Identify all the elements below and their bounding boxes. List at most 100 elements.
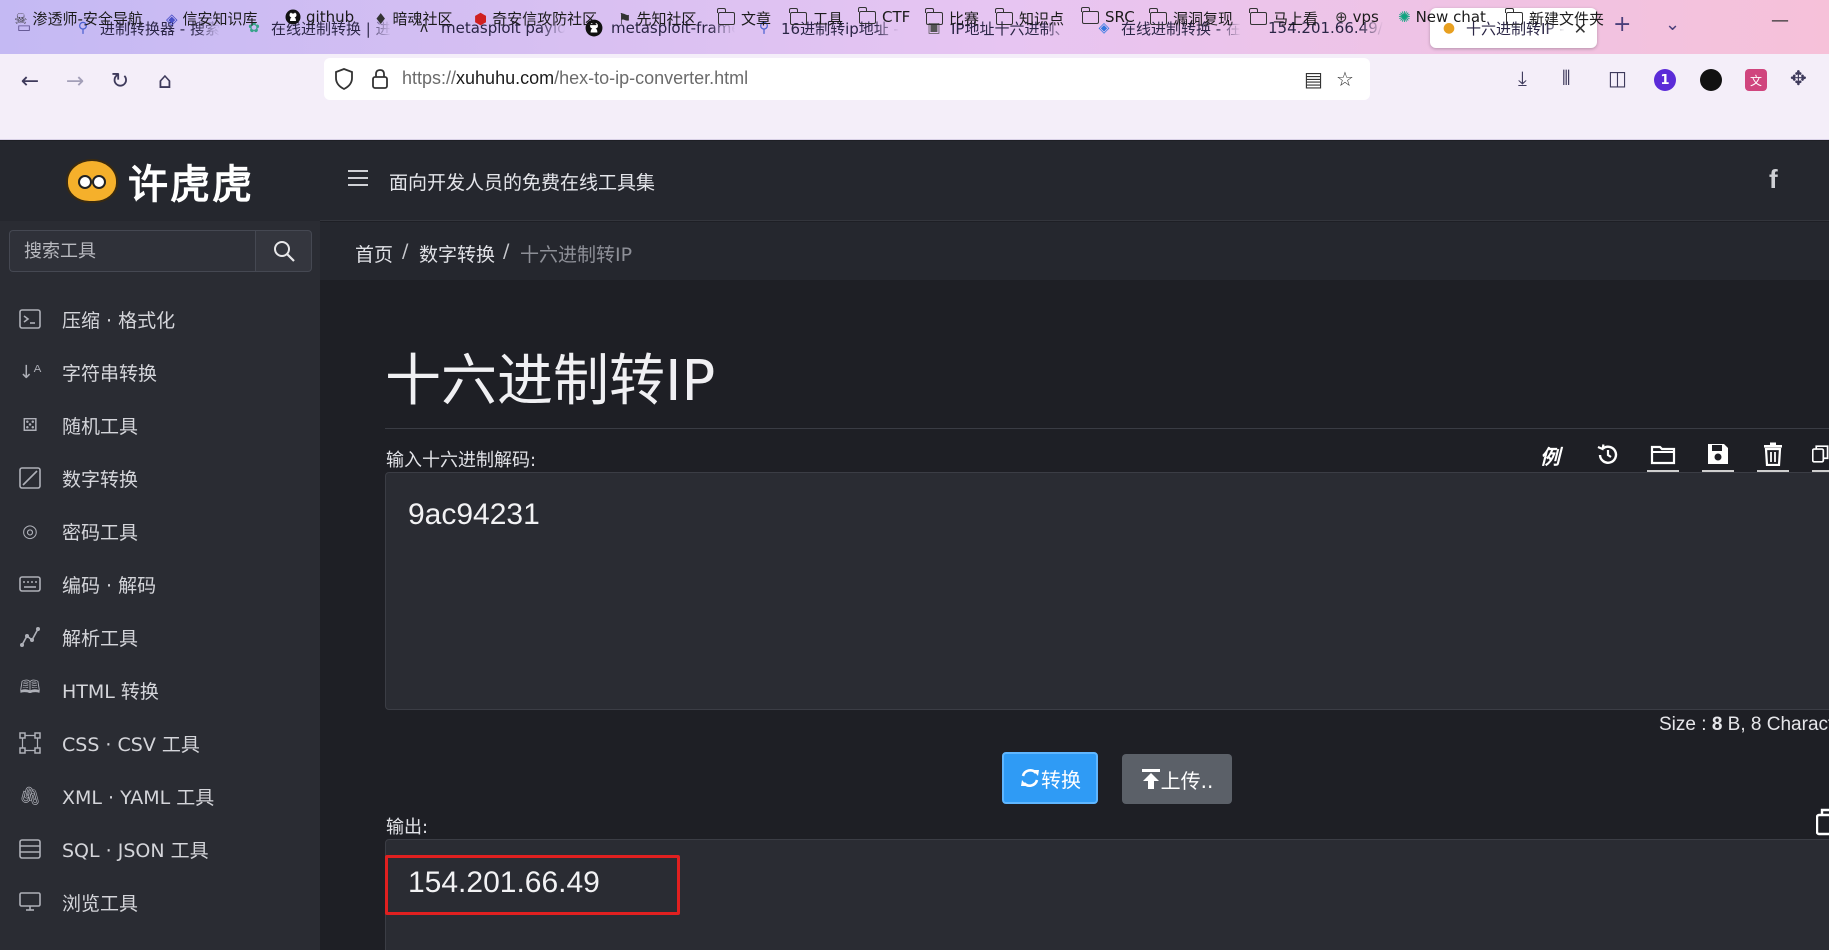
folder-icon [1505,8,1523,25]
tracking-protection-icon[interactable] [334,68,354,90]
copy-output-icon[interactable] [1815,806,1829,840]
address-bar[interactable]: https://xuhuhu.com/hex-to-ip-converter.h… [324,58,1370,100]
bookmark-item[interactable]: ◈ 信安知识库 [166,8,258,29]
bookmark-item[interactable]: ⚑ 先知社区 [618,8,696,29]
folder-icon [858,6,876,24]
bookmark-folder[interactable]: CTF [858,6,910,26]
search-button[interactable] [255,230,312,272]
bookmark-item[interactable]: ⊕ vps [1335,8,1379,26]
bookmark-folder[interactable]: 比赛 [925,8,979,29]
folder-icon [1149,8,1167,25]
sidebar-item-xml-yaml[interactable]: 🖇 XML · YAML 工具 [18,780,215,812]
downloads-icon[interactable]: ⤓ [1518,66,1527,90]
history-icon[interactable] [1592,438,1624,472]
diamond-icon: ◈ [166,9,178,28]
hex-input-textarea[interactable] [385,472,1829,710]
reload-button[interactable]: ↻ [105,66,135,96]
copy-icon[interactable] [1812,438,1829,472]
breadcrumb-home[interactable]: 首页 [355,240,393,267]
upload-button[interactable]: 上传.. [1122,754,1232,804]
sidebar-item-browse[interactable]: 浏览工具 [18,886,138,918]
sidebar-item-parse[interactable]: 解析工具 [18,621,138,653]
globe-icon: ⊕ [1335,8,1348,26]
bookmarks-bar [0,106,1829,140]
extensions-puzzle-icon[interactable]: ✥ [1790,66,1807,90]
sidebar-item-random[interactable]: ⚄ 随机工具 [18,409,138,441]
forward-button[interactable]: → [60,66,90,96]
bookmark-item[interactable]: github [285,8,354,26]
breadcrumb-section[interactable]: 数字转换 [419,240,495,267]
output-value: 154.201.66.49 [408,866,600,899]
dice-icon: ⚄ [22,414,38,436]
size-bytes: 8 [1711,714,1723,735]
table-icon [18,837,42,861]
paperclip-icon: 🖇 [18,785,42,807]
bookmark-folder[interactable]: SRC [1081,6,1135,26]
delete-icon[interactable] [1757,438,1789,472]
url-text: https://xuhuhu.com/hex-to-ip-converter.h… [402,68,748,89]
terminal-icon [18,307,42,331]
shield-icon: ⬢ [474,9,488,28]
keyboard-icon [18,572,42,596]
home-button[interactable]: ⌂ [150,66,180,96]
fingerprint-icon: ◎ [22,520,38,542]
lock-icon[interactable] [370,68,390,90]
example-button[interactable]: 例 [1534,438,1566,472]
sidebar-item-password[interactable]: ◎ 密码工具 [18,515,138,547]
bookmark-folder[interactable]: 漏洞复现 [1149,8,1233,29]
bookmark-item[interactable]: ♦ 暗魂社区 [374,8,452,29]
site-tagline: 面向开发人员的免费在线工具集 [389,172,656,194]
menu-hamburger-icon[interactable] [348,170,368,186]
tool-search [9,230,312,272]
page-title: 十六进制转IP [385,349,716,414]
minimize-button[interactable]: — [1771,10,1789,31]
sidebar-item-html[interactable]: 🕮 HTML 转换 [18,674,159,706]
bookmark-folder[interactable]: 工具 [789,8,843,29]
facebook-icon[interactable]: f [1769,164,1778,195]
folder-icon [789,8,807,25]
input-label: 输入十六进制解码: [386,450,537,471]
folder-icon [1249,8,1267,25]
bookmark-folder[interactable]: 文章 [717,8,771,29]
bookmark-star-icon[interactable]: ☆ [1336,67,1354,91]
sidebar-item-compress-format[interactable]: 压缩 · 格式化 [18,303,175,335]
convert-button[interactable]: 转换 [1002,752,1098,804]
library-icon[interactable]: ⫴ [1562,66,1570,90]
site-logo[interactable]: 许虎虎 [0,141,320,221]
open-folder-icon[interactable] [1647,438,1679,472]
translate-extension-icon[interactable]: 文 [1745,69,1767,91]
bookmark-folder[interactable]: 知识点 [995,8,1064,29]
back-button[interactable]: ← [15,66,45,96]
bookmark-folder[interactable]: 新建文件夹 [1505,8,1604,29]
url-scheme: https:// [402,68,457,88]
sidebar-item-number-convert[interactable]: 数字转换 [18,462,138,494]
size-info: Size : 8 B, 8 Charact [1659,714,1829,736]
folder-icon [925,8,943,25]
bookmark-item[interactable]: ☠ 渗透师-安全导航 [14,8,143,29]
refresh-icon [1021,769,1039,787]
search-input[interactable] [9,230,256,272]
book-icon: 🕮 [19,677,41,698]
sidebar-toggle-icon[interactable]: ◫ [1608,66,1627,90]
folder-icon [1081,6,1099,24]
tab-list-chevron-icon[interactable]: ⌄ [1665,14,1680,35]
reader-view-icon[interactable]: ▤ [1304,67,1323,91]
breadcrumb-current: 十六进制转IP [520,244,633,266]
new-tab-button[interactable]: + [1613,12,1631,37]
bookmark-folder[interactable]: 马上看 [1249,8,1318,29]
logo-text: 许虎虎 [128,162,254,208]
folder-icon [995,8,1013,25]
bookmark-item[interactable]: ✺ New chat [1398,8,1486,26]
breadcrumb-separator: / [503,240,510,262]
save-icon[interactable] [1702,438,1734,472]
extension-badge-icon[interactable]: 1 [1654,69,1676,91]
url-host: xuhuhu.com [456,68,555,88]
sidebar-item-sql-json[interactable]: SQL · JSON 工具 [18,833,209,865]
sidebar-item-css-csv[interactable]: CSS · CSV 工具 [18,727,200,759]
sidebar-item-encode-decode[interactable]: 编码 · 解码 [18,568,156,600]
bookmark-item[interactable]: ⬢ 奇安信攻防社区 [474,8,597,29]
sidebar-item-string-convert[interactable]: ↓ᴬ 字符串转换 [18,356,157,388]
extension-circle-icon[interactable] [1700,69,1722,91]
skull-icon: ☠ [14,9,28,28]
graph-icon [18,625,42,649]
